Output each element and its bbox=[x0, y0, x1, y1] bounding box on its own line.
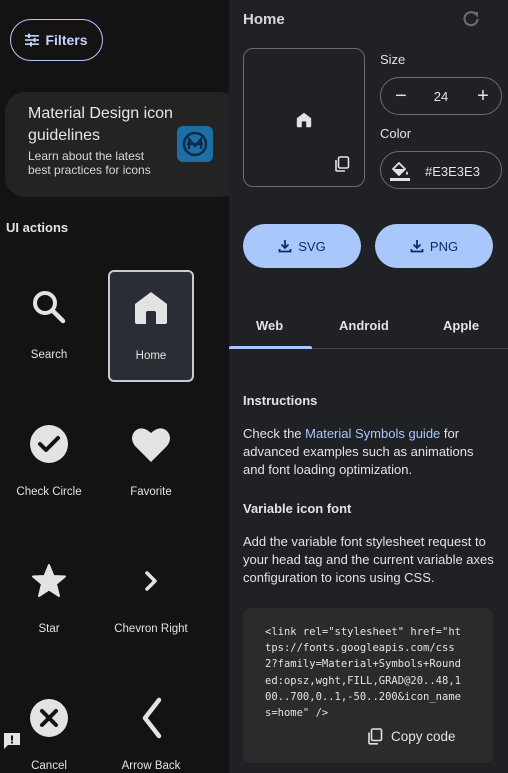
icon-tile-check-circle[interactable]: Check Circle bbox=[6, 408, 92, 520]
icon-label: Arrow Back bbox=[121, 760, 181, 772]
download-icon bbox=[410, 240, 424, 253]
icon-tile-cancel[interactable]: Cancel bbox=[6, 682, 92, 773]
icon-label: Chevron Right bbox=[114, 623, 188, 635]
color-label: Color bbox=[380, 126, 412, 141]
code-snippet: <link rel="stylesheet" href="ht tps://fo… bbox=[243, 608, 493, 763]
check-circle-icon bbox=[30, 425, 68, 463]
favorite-icon bbox=[132, 428, 170, 462]
download-png-label: PNG bbox=[429, 238, 459, 254]
platform-tabs: Web Android Apple bbox=[229, 306, 508, 349]
icon-tile-search[interactable]: Search bbox=[6, 271, 92, 383]
active-tab-indicator bbox=[229, 346, 312, 349]
icon-tile-arrow-back[interactable]: Arrow Back bbox=[108, 682, 194, 773]
copy-code-label: Copy code bbox=[391, 729, 456, 744]
copy-code-button[interactable]: Copy code bbox=[367, 728, 456, 745]
guidelines-card[interactable]: Material Design icon guidelines Learn ab… bbox=[5, 92, 229, 197]
refresh-icon[interactable] bbox=[462, 10, 480, 28]
icon-label: Star bbox=[38, 623, 60, 635]
arrow-back-icon bbox=[142, 697, 162, 739]
tune-icon bbox=[25, 33, 40, 47]
plus-icon[interactable]: + bbox=[473, 86, 493, 106]
guidelines-subtitle: Learn about the latest best practices fo… bbox=[28, 149, 151, 177]
icon-preview bbox=[243, 48, 365, 187]
instructions-heading: Instructions bbox=[243, 393, 318, 408]
detail-title: Home bbox=[243, 11, 285, 28]
icon-label: Favorite bbox=[130, 486, 172, 498]
download-svg-label: SVG bbox=[298, 238, 326, 254]
home-icon bbox=[296, 112, 312, 128]
home-icon bbox=[135, 292, 167, 324]
size-label: Size bbox=[380, 52, 406, 67]
color-picker[interactable]: #E3E3E3 bbox=[380, 151, 502, 189]
icon-label: Home bbox=[135, 350, 167, 362]
size-stepper: − 24 + bbox=[380, 77, 502, 115]
minus-icon[interactable]: − bbox=[391, 86, 411, 106]
icon-label: Search bbox=[30, 349, 68, 361]
icon-label: Cancel bbox=[31, 760, 67, 772]
variable-font-text: Add the variable font stylesheet request… bbox=[243, 534, 494, 585]
tab-web[interactable]: Web bbox=[256, 318, 283, 333]
download-png-button[interactable]: PNG bbox=[375, 224, 493, 268]
filters-button[interactable]: Filters bbox=[10, 19, 103, 61]
instructions-text-pre: Check the bbox=[243, 426, 306, 441]
search-icon bbox=[33, 291, 66, 324]
icon-tile-favorite[interactable]: Favorite bbox=[108, 408, 194, 520]
download-icon bbox=[278, 240, 292, 253]
copy-icon bbox=[368, 728, 383, 745]
code-text: <link rel="stylesheet" href="ht tps://fo… bbox=[265, 626, 461, 720]
icon-tile-home[interactable]: Home bbox=[108, 270, 194, 382]
star-icon bbox=[32, 564, 66, 597]
color-hex-value: #E3E3E3 bbox=[425, 164, 480, 179]
filters-label: Filters bbox=[45, 32, 88, 48]
copy-icon[interactable] bbox=[334, 156, 350, 172]
size-value[interactable]: 24 bbox=[421, 89, 461, 104]
icon-tile-chevron-right[interactable]: Chevron Right bbox=[108, 545, 194, 657]
feedback-icon[interactable] bbox=[2, 731, 22, 751]
instructions-text: Check the Material Symbols guide for adv… bbox=[243, 425, 495, 479]
icon-detail-panel: Home Size − 24 + Color #E3E3E3 SVG PNG W… bbox=[229, 0, 508, 773]
variable-font-heading: Variable icon font bbox=[243, 501, 352, 516]
material-symbols-guide-link[interactable]: Material Symbols guide bbox=[305, 426, 440, 441]
paint-bucket-icon bbox=[390, 162, 410, 181]
tab-apple[interactable]: Apple bbox=[443, 318, 479, 333]
tab-android[interactable]: Android bbox=[339, 318, 389, 333]
icon-browser-panel: Filters Material Design icon guidelines … bbox=[0, 0, 229, 773]
chevron-right-icon bbox=[145, 571, 157, 591]
download-svg-button[interactable]: SVG bbox=[243, 224, 361, 268]
guidelines-title: Material Design icon guidelines bbox=[28, 105, 173, 144]
cancel-icon bbox=[30, 699, 68, 737]
material-logo-icon bbox=[177, 126, 213, 162]
icon-tile-star[interactable]: Star bbox=[6, 545, 92, 657]
icon-label: Check Circle bbox=[16, 486, 82, 498]
section-title-ui-actions: UI actions bbox=[6, 220, 69, 235]
